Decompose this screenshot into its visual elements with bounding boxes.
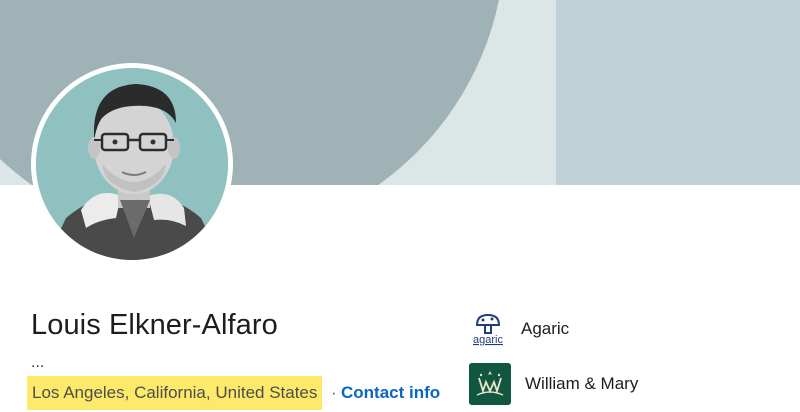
profile-headline: ... xyxy=(31,354,45,371)
banner-right-panel xyxy=(556,0,800,185)
org-item-agaric[interactable]: agaric Agaric xyxy=(469,311,569,347)
profile-avatar[interactable] xyxy=(31,63,233,265)
agaric-logo-text: agaric xyxy=(473,334,503,346)
agaric-logo-icon: agaric xyxy=(473,313,503,346)
profile-location: Los Angeles, California, United States xyxy=(27,376,323,410)
profile-name: Louis Elkner-Alfaro xyxy=(31,309,278,341)
william-and-mary-logo-icon xyxy=(469,363,511,405)
person-photo-icon xyxy=(36,68,228,260)
location-separator: · xyxy=(331,383,337,402)
org-name-william-mary: William & Mary xyxy=(525,374,639,393)
org-name-agaric: Agaric xyxy=(521,319,570,338)
contact-info-link[interactable]: Contact info xyxy=(341,376,440,410)
avatar-photo xyxy=(36,68,228,260)
org-item-william-mary[interactable]: William & Mary xyxy=(469,363,638,405)
